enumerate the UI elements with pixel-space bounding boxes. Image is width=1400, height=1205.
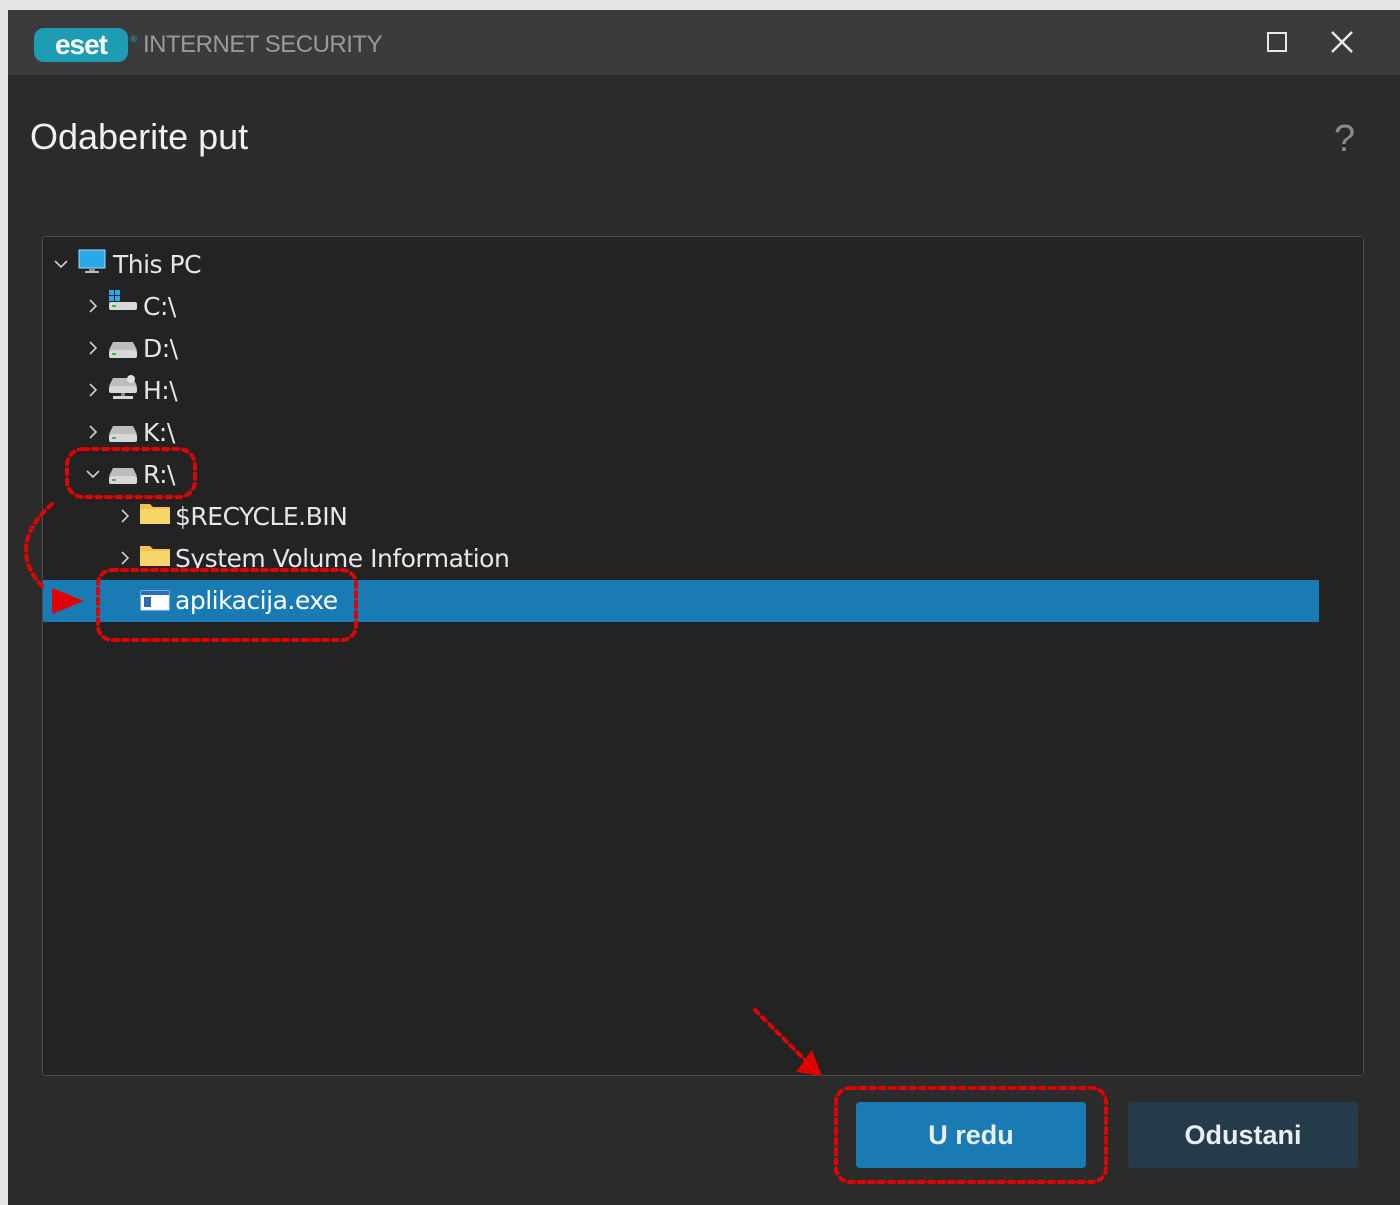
drive-icon: [109, 342, 137, 358]
maximize-button[interactable]: [1256, 22, 1300, 62]
computer-icon: [78, 249, 106, 273]
tree-item-label: System Volume Information: [175, 544, 510, 573]
tree-item-system-volume-information[interactable]: System Volume Information: [43, 538, 1319, 580]
chevron-right-icon[interactable]: [85, 340, 101, 356]
eset-logo-text: eset: [54, 29, 108, 60]
tree-item-label: $RECYCLE.BIN: [175, 502, 348, 531]
tree-item-label: K:\: [143, 418, 175, 447]
eset-logo: eset ®: [34, 28, 137, 62]
chevron-right-icon[interactable]: [117, 550, 133, 566]
help-icon[interactable]: ?: [1334, 114, 1355, 164]
exe-file-icon: [140, 590, 170, 611]
tree-item-k-drive[interactable]: K:\: [43, 412, 1319, 454]
product-name: INTERNET SECURITY: [143, 31, 383, 58]
tree-item-label: H:\: [143, 376, 178, 405]
chevron-right-icon[interactable]: [85, 298, 101, 314]
ok-button[interactable]: U redu: [856, 1102, 1086, 1168]
folder-icon: [140, 546, 170, 566]
eset-window: eset® INTERNET SECURITY Odaberite put ?: [8, 10, 1400, 1205]
maximize-icon: [1267, 32, 1287, 52]
tree-item-label: R:\: [143, 460, 175, 489]
tree-item-d-drive[interactable]: D:\: [43, 328, 1319, 370]
title-bar[interactable]: eset ® INTERNET SECURITY: [8, 10, 1400, 75]
chevron-down-icon[interactable]: [85, 466, 101, 482]
tree-item-label: This PC: [113, 250, 202, 279]
tree-item-label: D:\: [143, 334, 178, 363]
tree-item-this-pc[interactable]: This PC: [43, 244, 1319, 286]
tree-item-label: C:\: [143, 292, 176, 321]
close-icon: [1331, 31, 1353, 53]
close-button[interactable]: [1320, 22, 1364, 62]
tree-item-recycle-bin[interactable]: $RECYCLE.BIN: [43, 496, 1319, 538]
tree-item-label: aplikacija.exe: [175, 586, 338, 615]
tree-item-h-drive[interactable]: H:\: [43, 370, 1319, 412]
drive-icon: [109, 468, 137, 484]
tree-item-aplikacija-exe[interactable]: aplikacija.exe: [43, 580, 1319, 622]
system-drive-icon: [109, 290, 137, 310]
chevron-right-icon[interactable]: [85, 382, 101, 398]
chevron-down-icon[interactable]: [53, 256, 69, 272]
chevron-right-icon[interactable]: [117, 508, 133, 524]
folder-tree[interactable]: This PC C:\ D:\ H:\ K:\ R:\ $RECYCLE.BIN…: [42, 236, 1364, 1076]
cancel-button[interactable]: Odustani: [1128, 1102, 1358, 1168]
chevron-right-icon[interactable]: [85, 424, 101, 440]
dialog-title: Odaberite put: [30, 116, 249, 157]
drive-icon: [109, 426, 137, 442]
tree-item-c-drive[interactable]: C:\: [43, 286, 1319, 328]
folder-icon: [140, 504, 170, 524]
network-drive-icon: [109, 375, 137, 399]
tree-item-r-drive[interactable]: R:\: [43, 454, 1319, 496]
